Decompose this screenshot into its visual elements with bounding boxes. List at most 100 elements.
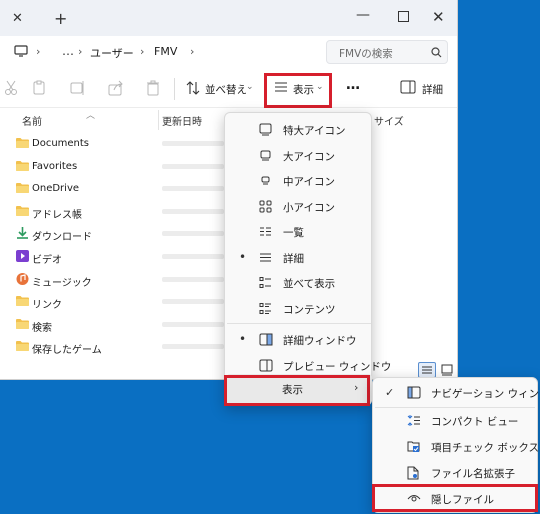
folder-icon [16,318,29,329]
file-name: Documents [32,138,90,149]
file-row[interactable]: ミュージック [0,269,230,291]
column-header-name[interactable]: 名前 [22,113,42,128]
extra-large-icons-icon [259,123,272,136]
file-name: ダウンロード [32,232,92,244]
video-folder-icon [16,250,29,262]
file-row[interactable]: リンク [0,291,230,313]
folder-icon [16,160,29,171]
folder-icon [16,182,29,194]
breadcrumb-fmv[interactable]: FMV [154,45,177,58]
copy-icon[interactable] [32,80,46,96]
search-box[interactable]: FMVの検索 [326,40,448,64]
modified-date-blurred [162,141,224,146]
column-header-modified[interactable]: 更新日時 [162,113,202,128]
view-option-larges-icon[interactable]: 大アイコン [227,143,371,169]
view-option-label: 詳細 [283,252,304,265]
sort-icon[interactable] [186,80,200,96]
view-menu: 特大アイコン 大アイコン 中アイコン 小アイコン 一覧 • 詳細 並べて表示 コンテンツ • 詳細ウ… [224,112,391,406]
column-divider[interactable] [158,110,159,130]
file-row[interactable]: 検索 [0,314,230,336]
folder-icon [16,205,29,216]
show-option-label: ファイル名拡張子 [431,468,515,480]
rename-icon[interactable] [70,80,86,96]
modified-date-blurred [162,186,224,192]
pc-icon[interactable] [14,44,28,58]
toolbar-divider [174,78,175,100]
view-option-list[interactable]: 一覧 [227,219,371,245]
details-pane-icon[interactable] [400,80,416,94]
view-option-smalls-icon[interactable]: 小アイコン [227,194,371,220]
menu-divider [227,323,371,324]
music-folder-icon [16,272,29,285]
chevron-right-icon[interactable]: › [190,45,194,58]
details-pane-icon [259,333,273,346]
modified-date-blurred [162,231,224,237]
large-icons-icon [259,149,272,162]
cut-icon[interactable] [4,80,18,96]
show-option-label: ナビゲーション ウィンドウ [431,388,540,400]
tiles-icon [259,276,272,289]
hidden-items-highlight [372,484,538,512]
show-option-item-checkbox[interactable]: 項目チェック ボックス [375,434,540,460]
command-bar: 並べ替え ⌄ 表示 ⌄ … 詳細 [0,70,457,108]
view-option-label: 並べて表示 [283,278,336,290]
search-placeholder: FMVの検索 [339,48,393,60]
details-view-toggle[interactable] [418,362,436,378]
view-option-extra-larges-icon[interactable]: 特大アイコン [227,117,371,143]
show-option-navigation-pane[interactable]: ✓ ナビゲーション ウィンドウ [375,380,540,406]
small-icons-icon [259,200,272,213]
view-option-details[interactable]: • 詳細 [227,245,371,271]
file-row[interactable]: 保存したゲーム [0,336,230,358]
view-option-label: 小アイコン [283,201,335,214]
sort-button[interactable]: 並べ替え [205,82,247,97]
view-option-label: 大アイコン [283,150,335,163]
modified-date-blurred [162,299,224,305]
delete-icon[interactable] [146,80,160,96]
sort-ascending-icon: ︿ [86,111,96,121]
selected-bullet-icon: • [239,332,247,346]
modified-date-blurred [162,321,224,327]
view-option-label: 中アイコン [283,176,335,188]
more-options-button[interactable]: … [346,77,360,93]
view-option-label: 一覧 [283,227,304,239]
new-tab-icon[interactable]: + [54,9,67,28]
modified-date-blurred [162,163,224,169]
details-button[interactable]: 詳細 [422,82,443,97]
folder-icon [16,340,29,352]
minimize-icon[interactable]: — [356,7,370,23]
show-option-file-extension[interactable]: ファイル名拡張子 [375,460,537,486]
maximize-icon[interactable] [398,11,409,22]
file-name: 保存したゲーム [32,345,102,357]
view-option-mediums-icon[interactable]: 中アイコン [227,168,371,194]
content-icon [259,302,272,315]
share-icon[interactable] [108,80,124,96]
show-option-compact-view[interactable]: コンパクト ビュー [375,408,537,434]
file-row[interactable]: ダウンロード [0,223,230,245]
show-option-label: 項目チェック ボックス [431,442,540,454]
details-icon [259,251,272,264]
modified-date-blurred [162,344,224,350]
medium-icons-icon [259,174,272,187]
column-header-size[interactable]: サイズ [374,113,404,128]
file-name: ミュージック [32,277,92,289]
view-option-tiles[interactable]: 並べて表示 [227,270,371,296]
view-option-label: コンテンツ [283,303,336,316]
window-close-icon[interactable]: ✕ [432,8,445,26]
folder-icon [16,295,29,307]
file-name: リンク [32,300,62,312]
pane-option-label: 詳細ウィンドウ [283,335,357,347]
breadcrumb-overflow[interactable]: … [62,44,74,58]
file-row[interactable]: ビデオ [0,246,230,268]
file-row[interactable]: Favorites [0,156,230,178]
file-extension-icon [407,466,419,480]
pane-option-details-pane[interactable]: • 詳細ウィンドウ [227,327,371,353]
tab-close-icon[interactable]: ✕ [12,11,23,26]
file-row[interactable]: アドレス帳 [0,201,230,223]
file-row[interactable]: OneDrive [0,178,230,200]
search-icon [431,47,442,58]
modified-date-blurred [162,276,224,282]
breadcrumb-users[interactable]: ユーザー [90,45,134,61]
chevron-right-icon: › [78,45,83,58]
view-option-content[interactable]: コンテンツ [227,296,371,322]
file-row[interactable]: Documents [0,133,230,155]
